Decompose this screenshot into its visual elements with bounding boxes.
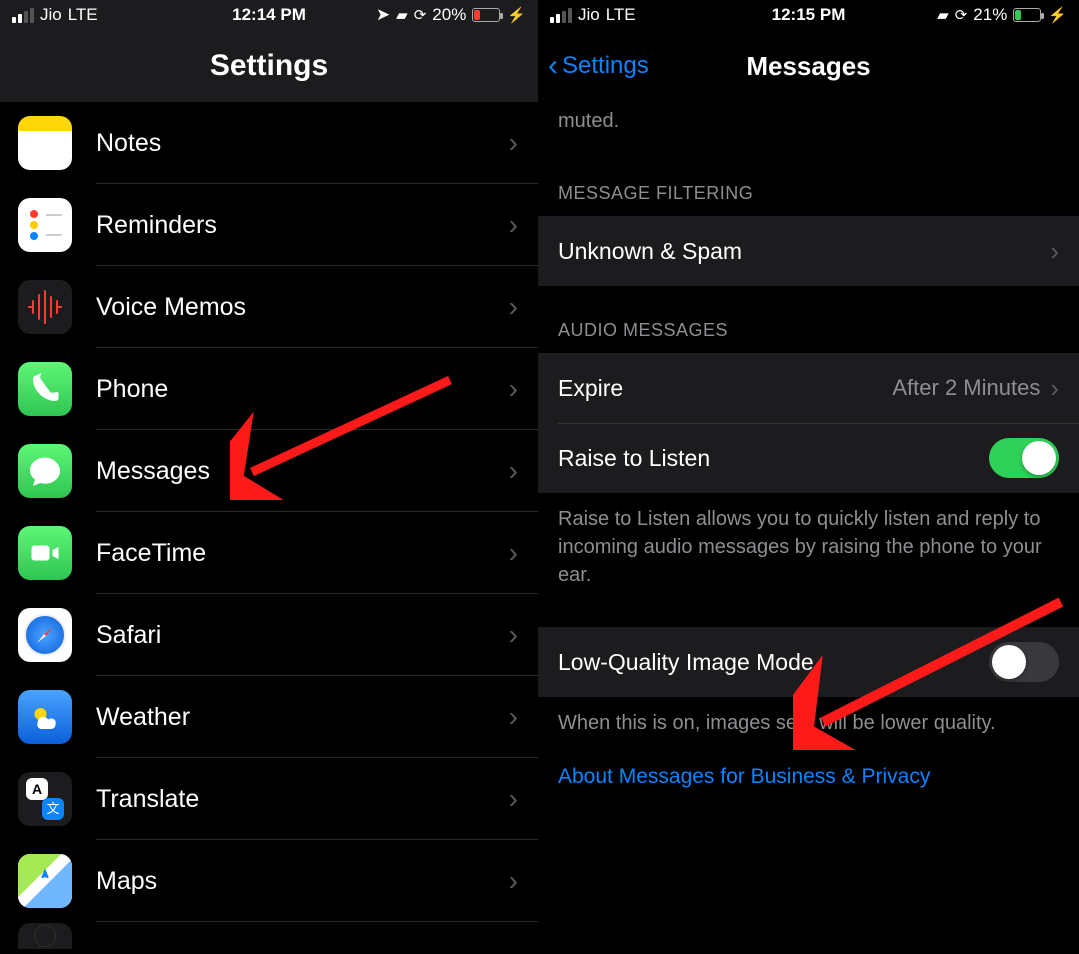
back-label: Settings	[562, 52, 649, 80]
messages-pane: Jio LTE 12:15 PM ▰ ⟳ 21% ⚡ ‹ Settings Me…	[538, 0, 1079, 954]
chevron-right-icon: ›	[509, 619, 518, 651]
chevron-right-icon: ›	[509, 455, 518, 487]
signal-icon	[12, 8, 34, 23]
chevron-right-icon: ›	[1050, 373, 1059, 404]
row-label: Raise to Listen	[558, 445, 989, 472]
row-label: Expire	[558, 375, 892, 402]
page-title: Messages	[746, 51, 870, 82]
messages-icon	[18, 444, 72, 498]
back-button[interactable]: ‹ Settings	[548, 51, 649, 81]
row-phone[interactable]: Phone ›	[0, 348, 538, 430]
carplay-icon: ▰	[396, 6, 408, 24]
row-voice-memos[interactable]: Voice Memos ›	[0, 266, 538, 348]
carrier-label: Jio	[40, 5, 62, 25]
chevron-right-icon: ›	[509, 701, 518, 733]
row-label: Reminders	[96, 211, 509, 240]
chevron-left-icon: ‹	[548, 51, 558, 81]
phone-icon	[18, 362, 72, 416]
voice-memos-icon	[18, 280, 72, 334]
carplay-icon: ▰	[937, 6, 949, 24]
chevron-right-icon: ›	[509, 865, 518, 897]
facetime-icon	[18, 526, 72, 580]
row-messages[interactable]: Messages ›	[0, 430, 538, 512]
battery-pct-label: 20%	[432, 5, 466, 25]
orientation-lock-icon: ⟳	[414, 6, 427, 24]
row-partial[interactable]	[0, 922, 538, 950]
row-label: Messages	[96, 457, 509, 486]
chevron-right-icon: ›	[509, 373, 518, 405]
status-bar: Jio LTE 12:14 PM ➤ ▰ ⟳ 20% ⚡	[0, 0, 538, 30]
row-reminders[interactable]: Reminders ›	[0, 184, 538, 266]
row-raise-to-listen[interactable]: Raise to Listen	[538, 423, 1079, 493]
row-unknown-spam[interactable]: Unknown & Spam ›	[538, 216, 1079, 286]
link-about-messages[interactable]: About Messages for Business & Privacy	[538, 745, 1079, 809]
row-facetime[interactable]: FaceTime ›	[0, 512, 538, 594]
battery-icon	[1013, 8, 1041, 22]
row-safari[interactable]: Safari ›	[0, 594, 538, 676]
translate-icon	[18, 772, 72, 826]
section-header-audio: AUDIO MESSAGES	[538, 286, 1079, 353]
chevron-right-icon: ›	[509, 291, 518, 323]
status-bar: Jio LTE 12:15 PM ▰ ⟳ 21% ⚡	[538, 0, 1079, 30]
chevron-right-icon: ›	[1050, 236, 1059, 267]
row-label: Translate	[96, 785, 509, 814]
settings-list[interactable]: Notes › Reminders › Voice Memos › Phone	[0, 102, 538, 950]
footer-raise-text: Raise to Listen allows you to quickly li…	[538, 493, 1079, 597]
maps-icon	[18, 854, 72, 908]
compass-icon	[18, 923, 72, 949]
row-label: Low-Quality Image Mode	[558, 649, 989, 676]
row-label: Maps	[96, 867, 509, 896]
nav-header: ‹ Settings Messages	[538, 30, 1079, 102]
row-label: FaceTime	[96, 539, 509, 568]
toggle-low-quality-image[interactable]	[989, 642, 1059, 682]
chevron-right-icon: ›	[509, 209, 518, 241]
toggle-raise-to-listen[interactable]	[989, 438, 1059, 478]
weather-icon	[18, 690, 72, 744]
row-label: Voice Memos	[96, 293, 509, 322]
row-expire[interactable]: Expire After 2 Minutes ›	[538, 353, 1079, 423]
carrier-label: Jio	[578, 5, 600, 25]
chevron-right-icon: ›	[509, 537, 518, 569]
safari-icon	[18, 608, 72, 662]
row-weather[interactable]: Weather ›	[0, 676, 538, 758]
battery-icon	[472, 8, 500, 22]
row-label: Weather	[96, 703, 509, 732]
network-label: LTE	[606, 5, 636, 25]
row-label: Safari	[96, 621, 509, 650]
page-title: Settings	[210, 49, 328, 83]
row-low-quality-image[interactable]: Low-Quality Image Mode	[538, 627, 1079, 697]
section-header-filtering: MESSAGE FILTERING	[538, 149, 1079, 216]
notes-icon	[18, 116, 72, 170]
charging-icon: ⚡	[507, 6, 526, 24]
scrolled-footer-text: muted.	[538, 102, 1079, 149]
location-icon: ➤	[376, 5, 390, 25]
charging-icon: ⚡	[1048, 6, 1067, 24]
row-maps[interactable]: Maps ›	[0, 840, 538, 922]
row-label: Phone	[96, 375, 509, 404]
row-notes[interactable]: Notes ›	[0, 102, 538, 184]
settings-pane: Jio LTE 12:14 PM ➤ ▰ ⟳ 20% ⚡ Settings No…	[0, 0, 538, 954]
chevron-right-icon: ›	[509, 127, 518, 159]
network-label: LTE	[68, 5, 98, 25]
footer-lowq-text: When this is on, images sent will be low…	[538, 697, 1079, 745]
signal-icon	[550, 8, 572, 23]
orientation-lock-icon: ⟳	[955, 6, 968, 24]
row-label: Notes	[96, 129, 509, 158]
row-label: Unknown & Spam	[558, 238, 1050, 265]
row-value: After 2 Minutes	[892, 375, 1040, 401]
clock-label: 12:14 PM	[232, 5, 306, 25]
reminders-icon	[18, 198, 72, 252]
battery-pct-label: 21%	[973, 5, 1007, 25]
chevron-right-icon: ›	[509, 783, 518, 815]
nav-header: Settings	[0, 30, 538, 102]
row-translate[interactable]: Translate ›	[0, 758, 538, 840]
clock-label: 12:15 PM	[772, 5, 846, 25]
